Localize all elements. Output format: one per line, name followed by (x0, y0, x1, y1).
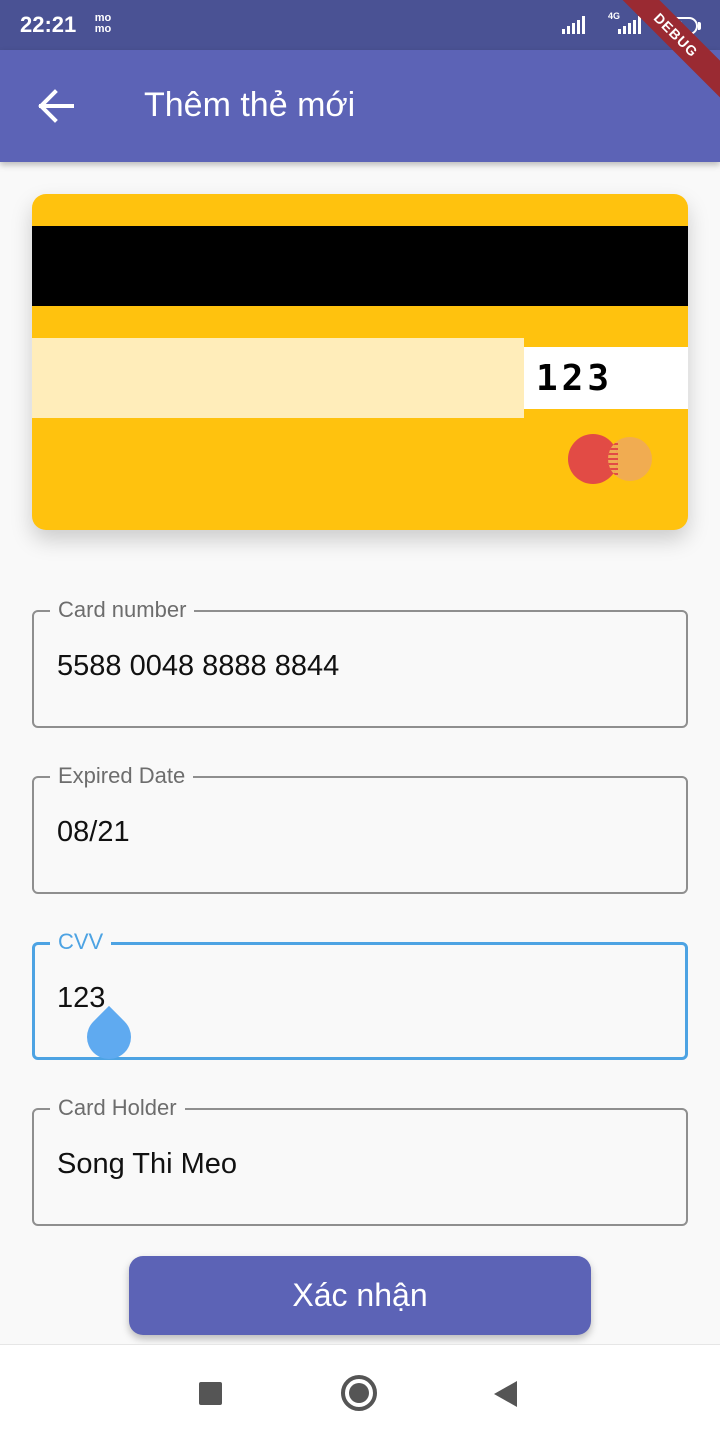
momo-icon-bottom: mo (94, 23, 112, 35)
signal-4g-icon (618, 14, 641, 34)
page-title: Thêm thẻ mới (144, 86, 356, 124)
signal-icon (562, 14, 585, 34)
card-holder-field[interactable]: Card Holder Song Thi Meo (32, 1094, 688, 1226)
card-holder-input[interactable]: Song Thi Meo (57, 1148, 237, 1181)
mastercard-logo-icon (568, 434, 652, 484)
magnetic-stripe (32, 226, 688, 306)
signature-strip (32, 338, 524, 418)
status-time: 22:21 (20, 12, 77, 37)
card-holder-label: Card Holder (50, 1094, 185, 1122)
app-bar: Thêm thẻ mới (0, 50, 720, 162)
battery-tip (698, 22, 701, 30)
card-number-label: Card number (50, 596, 195, 624)
expired-date-label: Expired Date (50, 762, 194, 790)
system-nav-bar (0, 1344, 720, 1440)
expired-date-input[interactable]: 08/21 (57, 816, 130, 849)
cvv-label: CVV (50, 928, 112, 956)
confirm-button[interactable]: Xác nhận (129, 1256, 591, 1335)
cvv-field[interactable]: CVV 123 (32, 928, 688, 1069)
text-cursor-handle[interactable] (77, 1005, 141, 1069)
card-cvv-box: 123 (524, 347, 688, 409)
expired-date-field[interactable]: Expired Date 08/21 (32, 762, 688, 894)
status-bar: 22:21 mo mo 4G 61 (0, 0, 720, 50)
card-preview: 123 (32, 194, 688, 530)
recent-apps-icon[interactable] (199, 1382, 222, 1405)
card-number-input[interactable]: 5588 0048 8888 8844 (57, 650, 339, 683)
cvv-input[interactable]: 123 (57, 982, 105, 1015)
home-icon[interactable] (341, 1375, 377, 1411)
momo-notification-icon: mo mo (90, 13, 116, 35)
card-number-field[interactable]: Card number 5588 0048 8888 8844 (32, 596, 688, 728)
arrow-left-icon (38, 89, 74, 123)
card-cvv-display: 123 (536, 357, 614, 399)
nav-back-icon[interactable] (494, 1381, 517, 1407)
back-button[interactable] (28, 78, 84, 134)
